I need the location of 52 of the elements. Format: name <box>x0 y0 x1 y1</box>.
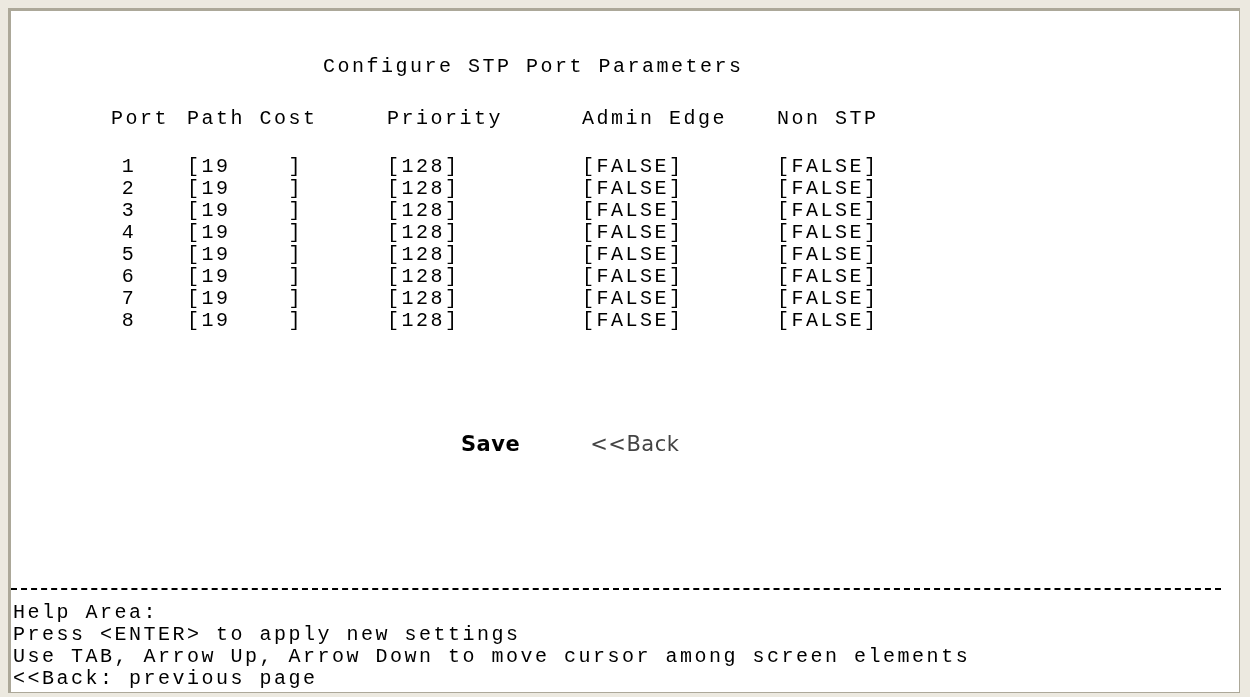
field-value[interactable]: [FALSE] <box>582 200 777 222</box>
field-value[interactable]: [19 ] <box>187 178 387 200</box>
field-value[interactable]: [FALSE] <box>777 156 977 178</box>
field-value[interactable]: [19 ] <box>187 200 387 222</box>
help-text: Use TAB, Arrow Up, Arrow Down to move cursor among screen elements <box>13 646 972 668</box>
field-value[interactable]: [FALSE] <box>582 222 777 244</box>
column-header: Path Cost <box>187 108 319 130</box>
help-text: <<Back: previous page <box>13 668 319 690</box>
column-header: Non STP <box>777 108 880 130</box>
port-number: 4 <box>120 222 138 244</box>
field-value[interactable]: [FALSE] <box>777 200 977 222</box>
field-value[interactable]: [FALSE] <box>777 222 977 244</box>
field-value[interactable]: [FALSE] <box>777 178 977 200</box>
field-value[interactable]: [19 ] <box>187 222 387 244</box>
screen-title: Configure STP Port Parameters <box>323 56 745 78</box>
field-value[interactable]: [FALSE] <box>777 310 977 332</box>
field-value[interactable]: [FALSE] <box>582 310 777 332</box>
field-value[interactable]: [128] <box>387 222 582 244</box>
field-value[interactable]: [FALSE] <box>582 288 777 310</box>
help-text: Press <ENTER> to apply new settings <box>13 624 522 646</box>
field-value[interactable]: [19 ] <box>187 266 387 288</box>
port-number: 3 <box>120 200 138 222</box>
field-value[interactable]: [128] <box>387 178 582 200</box>
field-value[interactable]: [128] <box>387 244 582 266</box>
help-heading: Help Area: <box>13 602 160 624</box>
column-header: Admin Edge <box>582 108 729 130</box>
field-value[interactable]: [FALSE] <box>777 244 977 266</box>
field-value[interactable]: [128] <box>387 156 582 178</box>
port-number: 7 <box>120 288 138 310</box>
port-number: 6 <box>120 266 138 288</box>
field-value[interactable]: [FALSE] <box>582 244 777 266</box>
field-value[interactable]: [FALSE] <box>777 288 977 310</box>
port-number: 8 <box>120 310 138 332</box>
field-value[interactable]: [19 ] <box>187 244 387 266</box>
port-number: 1 <box>120 156 138 178</box>
field-value[interactable]: [19 ] <box>187 288 387 310</box>
field-value[interactable]: [128] <box>387 288 582 310</box>
field-value[interactable]: [FALSE] <box>582 266 777 288</box>
save-button[interactable]: Save <box>461 432 521 456</box>
field-value[interactable]: [FALSE] <box>582 156 777 178</box>
port-number: 2 <box>120 178 138 200</box>
field-value[interactable]: [FALSE] <box>777 266 977 288</box>
port-number: 5 <box>120 244 138 266</box>
field-value[interactable]: [128] <box>387 200 582 222</box>
column-header: Port <box>111 108 170 130</box>
field-value[interactable]: [128] <box>387 310 582 332</box>
column-header: Priority <box>387 108 504 130</box>
back-link[interactable]: <<Back <box>590 432 680 456</box>
field-value[interactable]: [FALSE] <box>582 178 777 200</box>
field-value[interactable]: [128] <box>387 266 582 288</box>
field-value[interactable]: [19 ] <box>187 156 387 178</box>
field-value[interactable]: [19 ] <box>187 310 387 332</box>
